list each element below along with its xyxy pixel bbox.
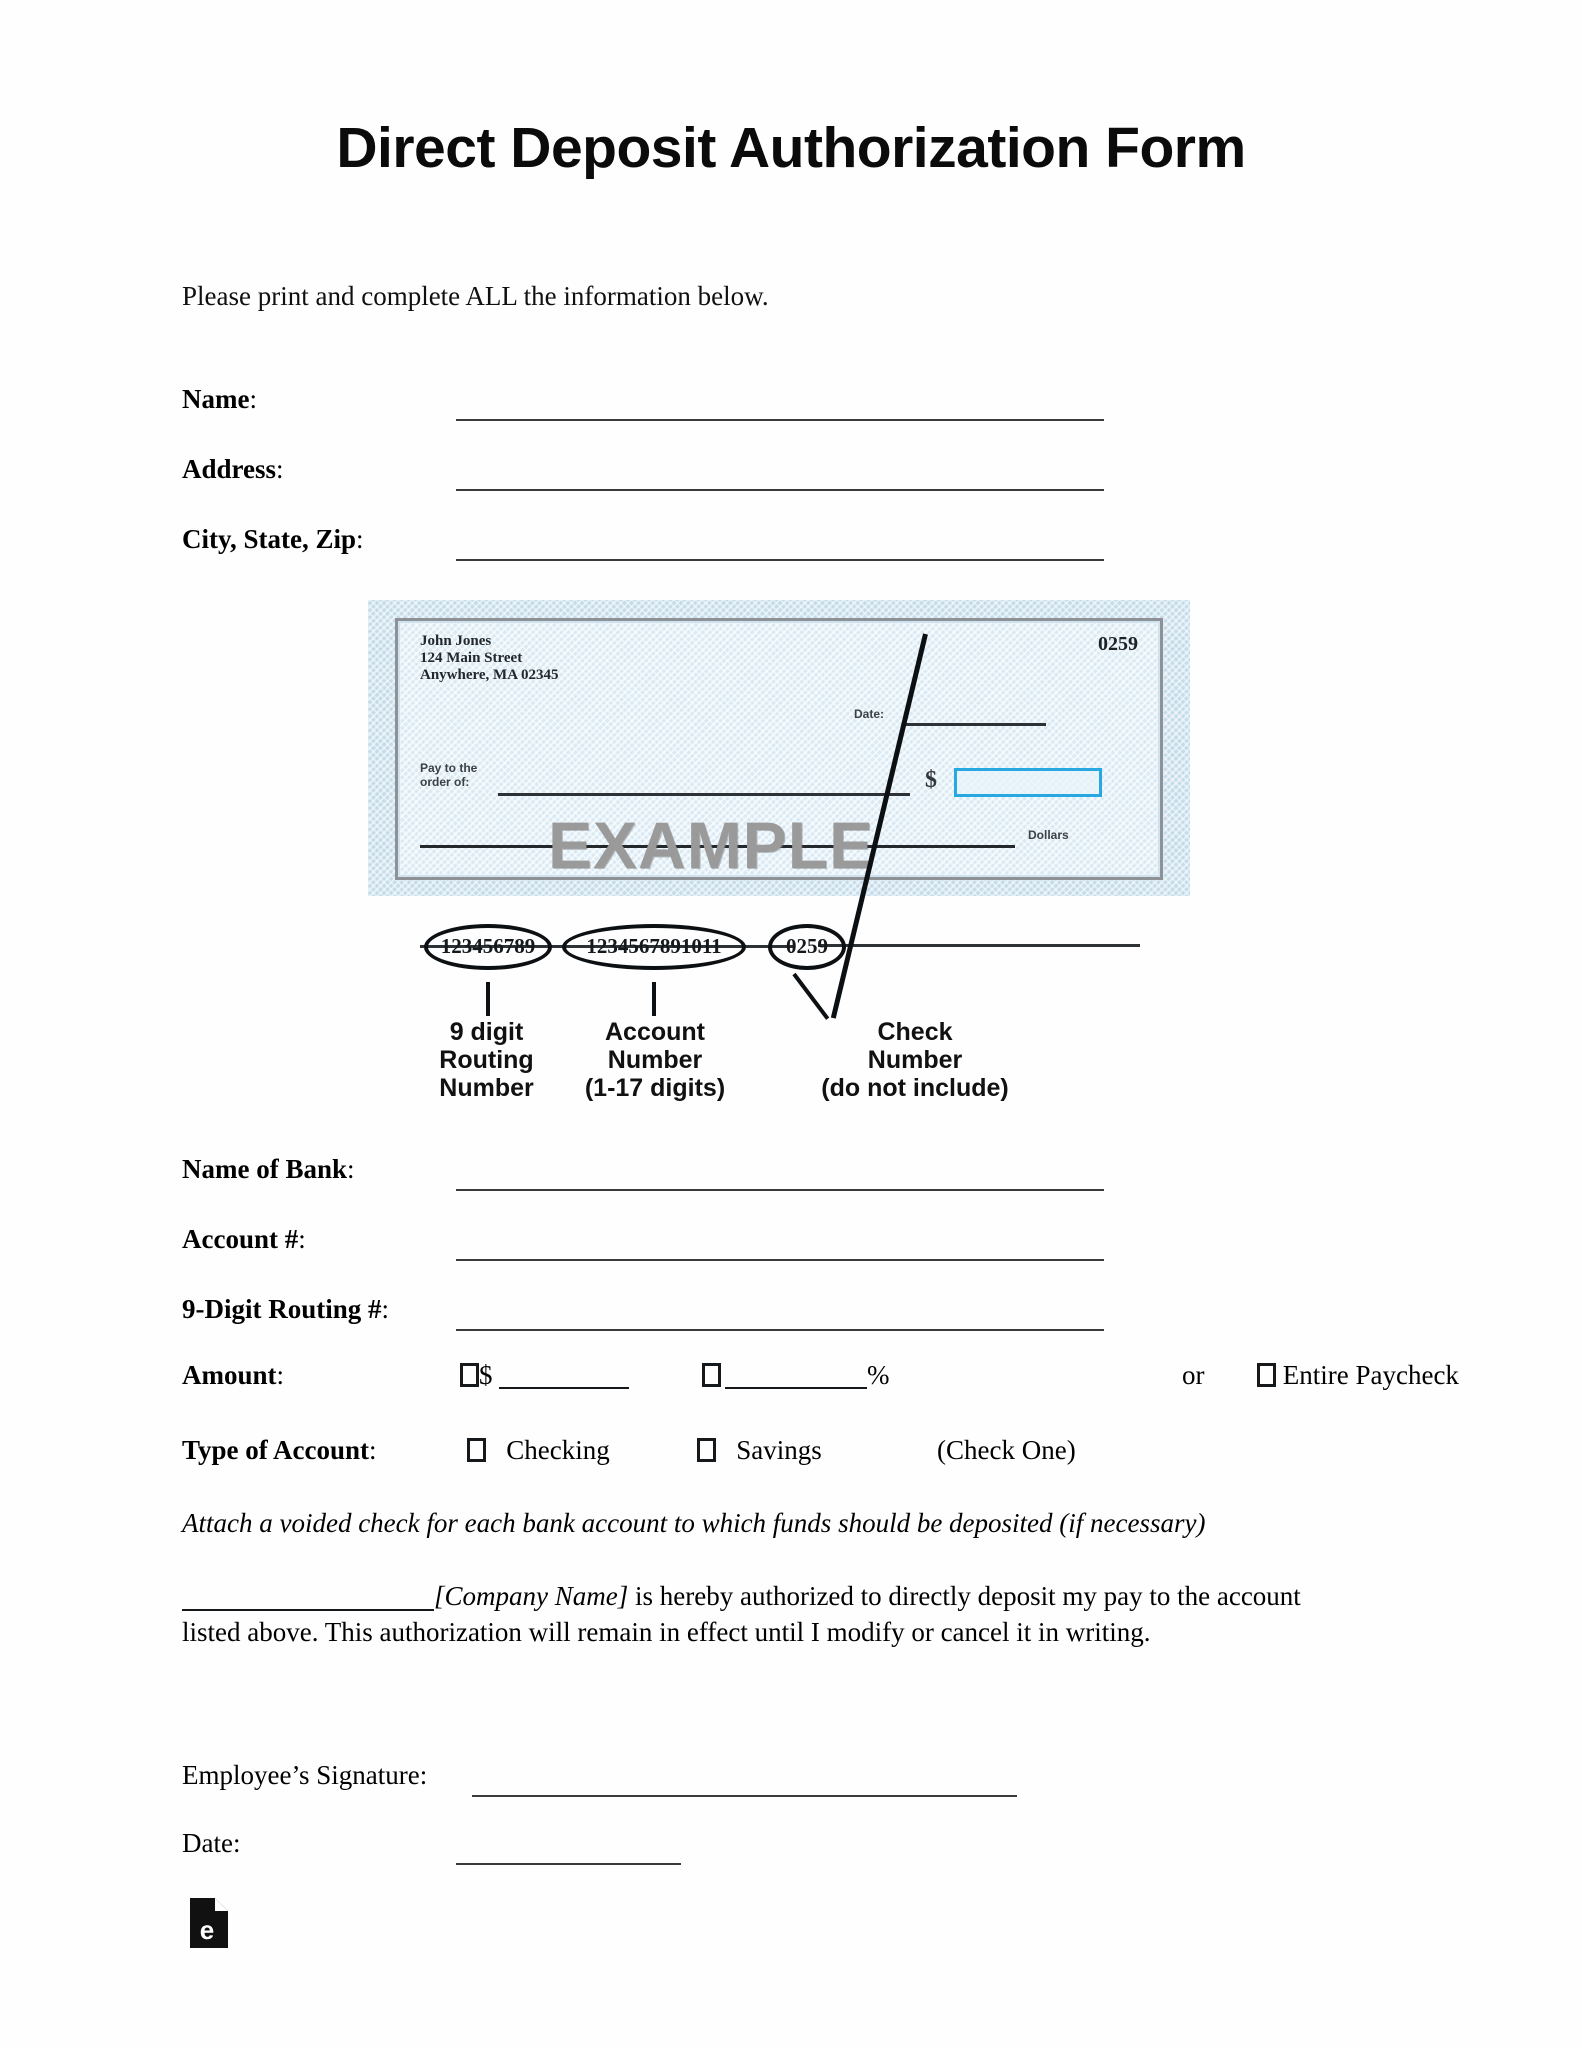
check-dollar-sign: $ (925, 767, 937, 793)
caption-check-number: Check Number (do not include) (821, 1018, 1009, 1102)
intro-instruction: Please print and complete ALL the inform… (182, 281, 769, 311)
company-name-input-line[interactable] (182, 1609, 434, 1611)
input-line-employee-signature[interactable] (472, 1795, 1017, 1797)
check-face: John Jones 124 Main Street Anywhere, MA … (395, 618, 1163, 948)
label-routing-number: 9-Digit Routing #: (182, 1294, 390, 1324)
check-number-top-right: 0259 (1098, 633, 1138, 655)
input-line-routing-number[interactable] (456, 1329, 1104, 1331)
micr-routing-number: 123456789 (424, 923, 552, 970)
check-pay-to-order-label: Pay to the order of: (420, 761, 478, 789)
input-line-address[interactable] (456, 489, 1104, 491)
label-employee-signature: Employee’s Signature: (182, 1760, 428, 1790)
check-signature-line (818, 944, 1140, 947)
input-line-account-number[interactable] (456, 1259, 1104, 1261)
amount-dollar-input-line[interactable] (498, 1387, 629, 1389)
input-line-city-state-zip[interactable] (456, 559, 1104, 561)
entire-paycheck-label: Entire Paycheck (1282, 1360, 1459, 1390)
field-row-address: Address: (182, 454, 1382, 498)
amount-option-entire-paycheck: Entire Paycheck (1257, 1360, 1459, 1391)
checking-label: Checking (506, 1435, 610, 1465)
leader-line-check-number (792, 972, 830, 1020)
check-date-label: Date: (854, 707, 885, 721)
amount-option-dollar: $ (460, 1360, 629, 1391)
input-line-date[interactable] (456, 1863, 681, 1865)
amount-or-text: or (1182, 1360, 1205, 1390)
leader-line-routing (486, 982, 490, 1016)
micr-check-number: 0259 (768, 923, 846, 970)
amount-option-percent: % (702, 1360, 890, 1391)
caption-account-number: Account Number (1-17 digits) (584, 1018, 726, 1102)
input-line-name[interactable] (456, 419, 1104, 421)
field-row-date: Date: (182, 1828, 1382, 1872)
amount-dollar-prefix: $ (479, 1360, 493, 1390)
field-row-name: Name: (182, 384, 1382, 428)
account-type-note: (Check One) (937, 1435, 1076, 1465)
checkbox-savings[interactable] (697, 1438, 716, 1462)
checkbox-entire-paycheck[interactable] (1257, 1363, 1276, 1387)
checkbox-amount-percent[interactable] (702, 1363, 721, 1387)
label-date: Date: (182, 1828, 241, 1858)
checkbox-amount-dollar[interactable] (460, 1363, 479, 1387)
checkbox-checking[interactable] (467, 1438, 486, 1462)
page-title: Direct Deposit Authorization Form (336, 116, 1246, 180)
check-payer-address: John Jones 124 Main Street Anywhere, MA … (420, 633, 559, 683)
label-address: Address: (182, 454, 284, 484)
input-line-bank-name[interactable] (456, 1189, 1104, 1191)
micr-account-number: 1234567891011 (562, 923, 746, 970)
company-name-placeholder: [Company Name] (434, 1581, 629, 1611)
account-type-option-savings: Savings (697, 1435, 822, 1466)
example-watermark: EXAMPLE (548, 808, 875, 882)
field-row-bank-name: Name of Bank: (182, 1154, 1382, 1198)
check-dollars-label: Dollars (1028, 828, 1069, 842)
field-row-amount: Amount: $ % or Entire Paycheck (182, 1360, 1459, 1408)
leader-line-account (652, 982, 656, 1016)
eforms-document-logo: e (190, 1898, 228, 1948)
sample-check-illustration: John Jones 124 Main Street Anywhere, MA … (368, 600, 1190, 1102)
savings-label: Savings (736, 1435, 822, 1465)
field-row-account-type: Type of Account: Checking Savings (Check… (182, 1435, 1432, 1483)
authorization-text: is hereby authorized to directly deposit… (182, 1581, 1301, 1647)
attach-voided-check-note: Attach a voided check for each bank acco… (182, 1508, 1206, 1538)
check-caption-group: 9 digit Routing Number Account Number (1… (368, 1018, 1190, 1102)
svg-text:e: e (200, 1915, 214, 1945)
check-date-line (903, 723, 1046, 726)
account-type-option-checking: Checking (467, 1435, 610, 1466)
field-row-employee-signature: Employee’s Signature: (182, 1760, 1382, 1804)
check-payee-line (498, 793, 910, 796)
label-amount: Amount: (182, 1360, 285, 1390)
field-row-account-number: Account #: (182, 1224, 1382, 1268)
label-name: Name: (182, 384, 257, 414)
label-account-number: Account #: (182, 1224, 306, 1254)
amount-percent-input-line[interactable] (725, 1387, 867, 1389)
label-bank-name: Name of Bank: (182, 1154, 355, 1184)
amount-percent-suffix: % (867, 1360, 890, 1390)
field-row-city-state-zip: City, State, Zip: (182, 524, 1382, 568)
check-amount-box (954, 768, 1102, 797)
label-account-type: Type of Account: (182, 1435, 377, 1465)
document-page: Direct Deposit Authorization Form Please… (0, 0, 1582, 2048)
authorization-paragraph: [Company Name] is hereby authorized to d… (182, 1578, 1364, 1650)
field-row-routing-number: 9-Digit Routing #: (182, 1294, 1382, 1338)
label-city-state-zip: City, State, Zip: (182, 524, 364, 554)
